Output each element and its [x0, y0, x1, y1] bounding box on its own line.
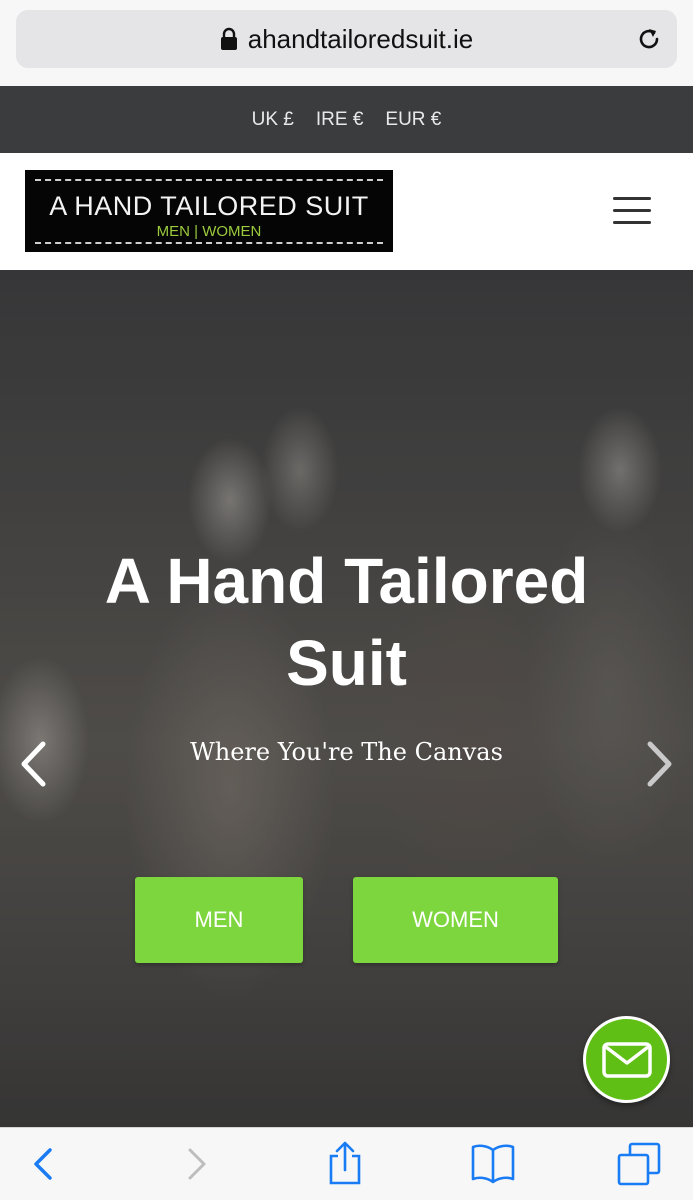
chevron-left-icon[interactable]	[18, 740, 48, 788]
chevron-right-icon[interactable]	[645, 740, 675, 788]
contact-mail-button[interactable]	[583, 1016, 670, 1103]
back-icon[interactable]	[30, 1144, 56, 1184]
lock-icon	[220, 27, 237, 50]
hero-subtitle: Where You're The Canvas	[190, 738, 503, 766]
currency-uk[interactable]: UK £	[252, 109, 294, 131]
share-icon[interactable]	[326, 1140, 364, 1186]
men-button[interactable]: MEN	[135, 877, 303, 963]
logo-stitch-bottom	[35, 242, 383, 244]
site-header: A HAND TAILORED SUIT MEN | WOMEN	[0, 153, 693, 270]
logo-stitch-top	[35, 179, 383, 181]
reload-icon[interactable]	[635, 25, 663, 53]
bookmarks-icon[interactable]	[470, 1142, 516, 1184]
hero-slider: A Hand Tailored Suit Where You're The Ca…	[0, 270, 693, 1127]
browser-top-bar: ahandtailoredsuit.ie	[0, 0, 693, 86]
mail-icon	[601, 1041, 652, 1078]
logo-subtitle: MEN | WOMEN	[156, 223, 262, 240]
hero-title: A Hand Tailored Suit	[104, 545, 589, 699]
currency-ire[interactable]: IRE €	[316, 109, 364, 131]
url-text: ahandtailoredsuit.ie	[247, 23, 474, 54]
hamburger-menu-icon[interactable]	[613, 197, 651, 225]
currency-eur[interactable]: EUR €	[385, 109, 441, 131]
site-logo[interactable]: A HAND TAILORED SUIT MEN | WOMEN	[25, 170, 393, 252]
browser-toolbar	[0, 1127, 693, 1200]
currency-bar: UK £ IRE € EUR €	[0, 86, 693, 153]
logo-title: A HAND TAILORED SUIT	[49, 191, 369, 221]
women-button[interactable]: WOMEN	[353, 877, 558, 963]
forward-icon[interactable]	[184, 1144, 210, 1184]
address-bar[interactable]: ahandtailoredsuit.ie	[16, 10, 677, 68]
tabs-icon[interactable]	[616, 1142, 662, 1186]
